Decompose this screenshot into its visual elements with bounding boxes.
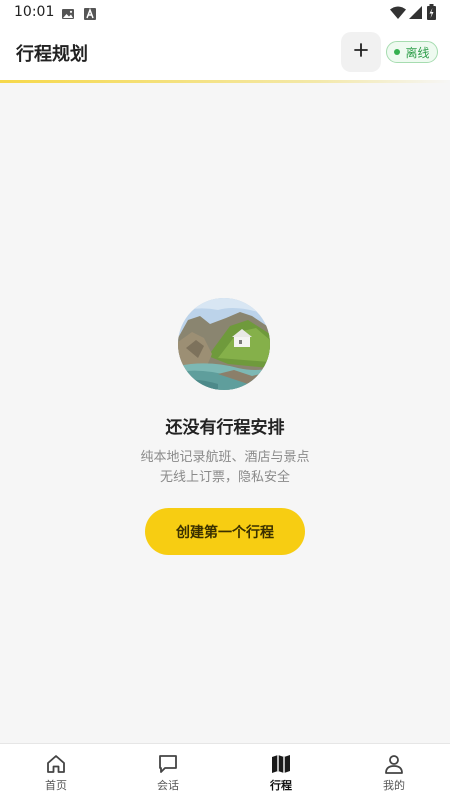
plus-icon <box>353 42 369 62</box>
create-first-trip-button[interactable]: 创建第一个行程 <box>145 508 305 555</box>
nav-item-home[interactable]: 首页 <box>0 744 112 800</box>
empty-state-subtitle-line1: 纯本地记录航班、酒店与景点 <box>140 450 310 465</box>
chat-icon <box>157 753 179 775</box>
nav-item-chat[interactable]: 会话 <box>112 744 224 800</box>
page-title: 行程规划 <box>16 44 88 65</box>
empty-state-subtitle-line2: 无线上订票，隐私安全 <box>159 470 290 485</box>
app-header: 行程规划 离线 <box>0 26 450 80</box>
add-trip-button[interactable] <box>341 32 381 72</box>
person-icon <box>383 753 405 775</box>
empty-state-illustration <box>178 298 270 390</box>
wifi-icon <box>390 5 406 24</box>
home-icon <box>45 753 67 775</box>
bottom-nav: 首页 会话 行程 我的 <box>0 743 450 800</box>
offline-badge-label: 离线 <box>405 45 430 60</box>
nav-label-home: 首页 <box>45 779 67 792</box>
header-accent-line <box>0 80 450 83</box>
signal-icon <box>409 5 422 24</box>
nav-label-chat: 会话 <box>157 779 179 792</box>
battery-charging-icon <box>427 4 436 24</box>
nav-label-trips: 行程 <box>270 779 292 792</box>
image-icon <box>61 6 75 25</box>
empty-state-title: 还没有行程安排 <box>165 418 285 438</box>
a-icon <box>83 6 97 25</box>
offline-badge: 离线 <box>386 41 438 63</box>
map-icon <box>270 753 292 775</box>
offline-dot-icon <box>394 49 401 55</box>
nav-label-profile: 我的 <box>383 779 405 792</box>
nav-item-profile[interactable]: 我的 <box>338 744 450 800</box>
status-time: 10:01 <box>14 4 55 20</box>
nav-item-trips[interactable]: 行程 <box>225 744 337 800</box>
status-bar: 10:01 <box>0 0 450 26</box>
